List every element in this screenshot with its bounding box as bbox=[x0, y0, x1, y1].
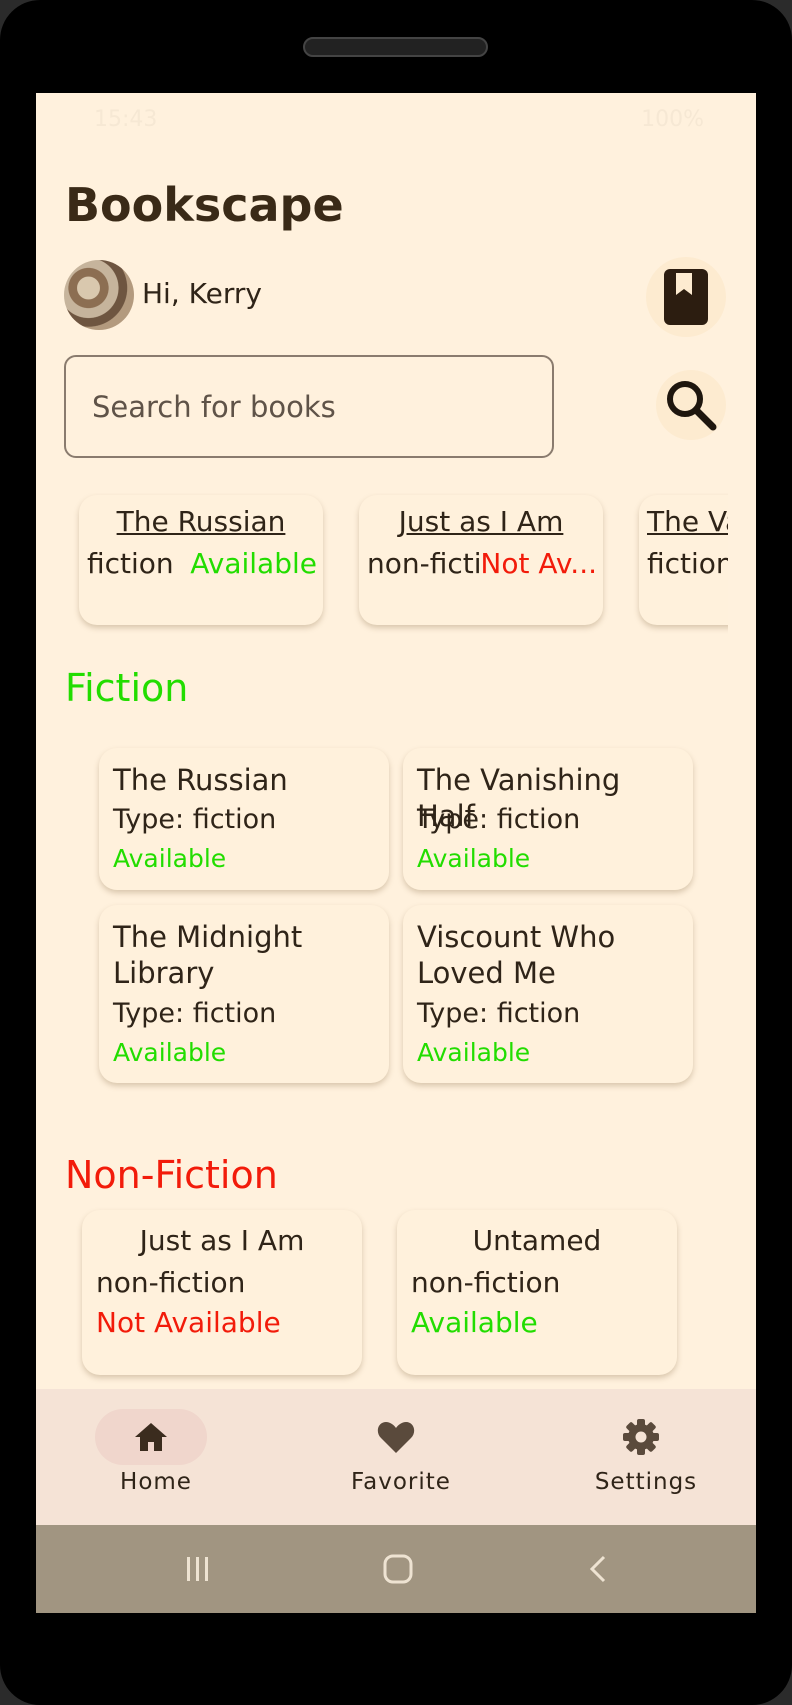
book-status: Not Available bbox=[96, 1306, 281, 1339]
search-icon bbox=[667, 381, 717, 431]
carousel-card[interactable]: Just as I Am non-ficti Not Av... bbox=[359, 495, 603, 625]
carousel-card[interactable]: The Russian fiction Available bbox=[79, 495, 323, 625]
book-title: The Russian bbox=[113, 763, 288, 797]
book-card[interactable]: Just as I Am non-fiction Not Available bbox=[82, 1210, 362, 1375]
recents-button[interactable] bbox=[176, 1547, 220, 1591]
gear-icon bbox=[623, 1419, 659, 1455]
book-icon bbox=[664, 269, 708, 325]
carousel-card-type: fiction bbox=[87, 547, 174, 580]
nav-settings[interactable]: Settings bbox=[526, 1389, 756, 1525]
search-input[interactable]: Search for books bbox=[64, 355, 554, 458]
status-bar: 15:43 100% bbox=[36, 93, 756, 149]
avatar[interactable] bbox=[64, 260, 134, 330]
status-indicators: 100% bbox=[641, 107, 704, 132]
book-title: Just as I Am bbox=[139, 1224, 305, 1257]
status-time: 15:43 bbox=[94, 107, 158, 132]
book-card[interactable]: Viscount Who Loved Me Type: fiction Avai… bbox=[403, 905, 693, 1083]
book-type: Type: fiction bbox=[113, 804, 277, 835]
book-type: non-fiction bbox=[96, 1266, 246, 1299]
library-button[interactable] bbox=[646, 257, 726, 337]
book-title: The Midnight Library bbox=[113, 920, 303, 990]
carousel-card-status: Available bbox=[190, 547, 317, 580]
carousel-card-type: fiction bbox=[647, 547, 728, 580]
nav-settings-indicator[interactable] bbox=[585, 1409, 697, 1465]
nav-favorite[interactable]: Favorite bbox=[281, 1389, 521, 1525]
nav-favorite-label: Favorite bbox=[351, 1469, 451, 1495]
nav-home[interactable]: Home bbox=[36, 1389, 276, 1525]
search-placeholder: Search for books bbox=[92, 390, 336, 424]
back-button[interactable] bbox=[576, 1547, 620, 1591]
carousel-card-title[interactable]: The Russian bbox=[79, 505, 323, 538]
heart-icon bbox=[377, 1422, 415, 1453]
carousel-card-title[interactable]: The Va bbox=[647, 505, 728, 538]
book-type: Type: fiction bbox=[113, 998, 277, 1029]
phone-frame: 15:43 100% Bookscape Hi, Kerry Search fo… bbox=[0, 0, 792, 1705]
system-navigation-bar bbox=[36, 1525, 756, 1613]
nav-settings-label: Settings bbox=[594, 1469, 698, 1495]
carousel-card-title[interactable]: Just as I Am bbox=[359, 505, 603, 538]
nav-favorite-indicator[interactable] bbox=[340, 1409, 452, 1465]
carousel-card[interactable]: The Va fiction bbox=[639, 495, 728, 625]
home-system-button[interactable] bbox=[376, 1547, 420, 1591]
book-card[interactable]: Untamed non-fiction Available bbox=[397, 1210, 677, 1375]
book-status: Available bbox=[113, 844, 227, 873]
book-status: Available bbox=[411, 1306, 538, 1339]
book-type: Type: fiction bbox=[417, 804, 581, 835]
back-icon bbox=[589, 1555, 606, 1583]
book-status: Available bbox=[417, 844, 531, 873]
carousel-card-status: Not Av... bbox=[480, 547, 597, 580]
user-greeting: Hi, Kerry bbox=[142, 277, 262, 310]
book-card[interactable]: The Vanishing Half Type: fiction Availab… bbox=[403, 748, 693, 890]
home-icon bbox=[135, 1423, 167, 1451]
book-card[interactable]: The Midnight Library Type: fiction Avail… bbox=[99, 905, 389, 1083]
recents-icon bbox=[187, 1557, 208, 1581]
app-screen: 15:43 100% Bookscape Hi, Kerry Search fo… bbox=[36, 93, 756, 1613]
bottom-navigation: Home Favorite Settings bbox=[36, 1389, 756, 1525]
book-status: Available bbox=[417, 1038, 531, 1067]
nav-home-indicator[interactable] bbox=[95, 1409, 207, 1465]
book-type: Type: fiction bbox=[417, 998, 581, 1029]
phone-speaker bbox=[303, 37, 488, 57]
featured-carousel[interactable]: The Russian fiction Available Just as I … bbox=[64, 493, 728, 643]
section-title-fiction: Fiction bbox=[65, 666, 189, 710]
book-title: Viscount Who Loved Me bbox=[417, 920, 616, 990]
book-title: Untamed bbox=[472, 1224, 602, 1257]
search-button[interactable] bbox=[656, 370, 726, 440]
app-title: Bookscape bbox=[65, 178, 344, 232]
nav-home-label: Home bbox=[120, 1469, 192, 1495]
home-system-icon bbox=[383, 1554, 413, 1584]
book-card[interactable]: The Russian Type: fiction Available bbox=[99, 748, 389, 890]
section-title-nonfiction: Non-Fiction bbox=[65, 1153, 278, 1197]
book-status: Available bbox=[113, 1038, 227, 1067]
carousel-card-type: non-ficti bbox=[367, 547, 482, 580]
book-type: non-fiction bbox=[411, 1266, 561, 1299]
